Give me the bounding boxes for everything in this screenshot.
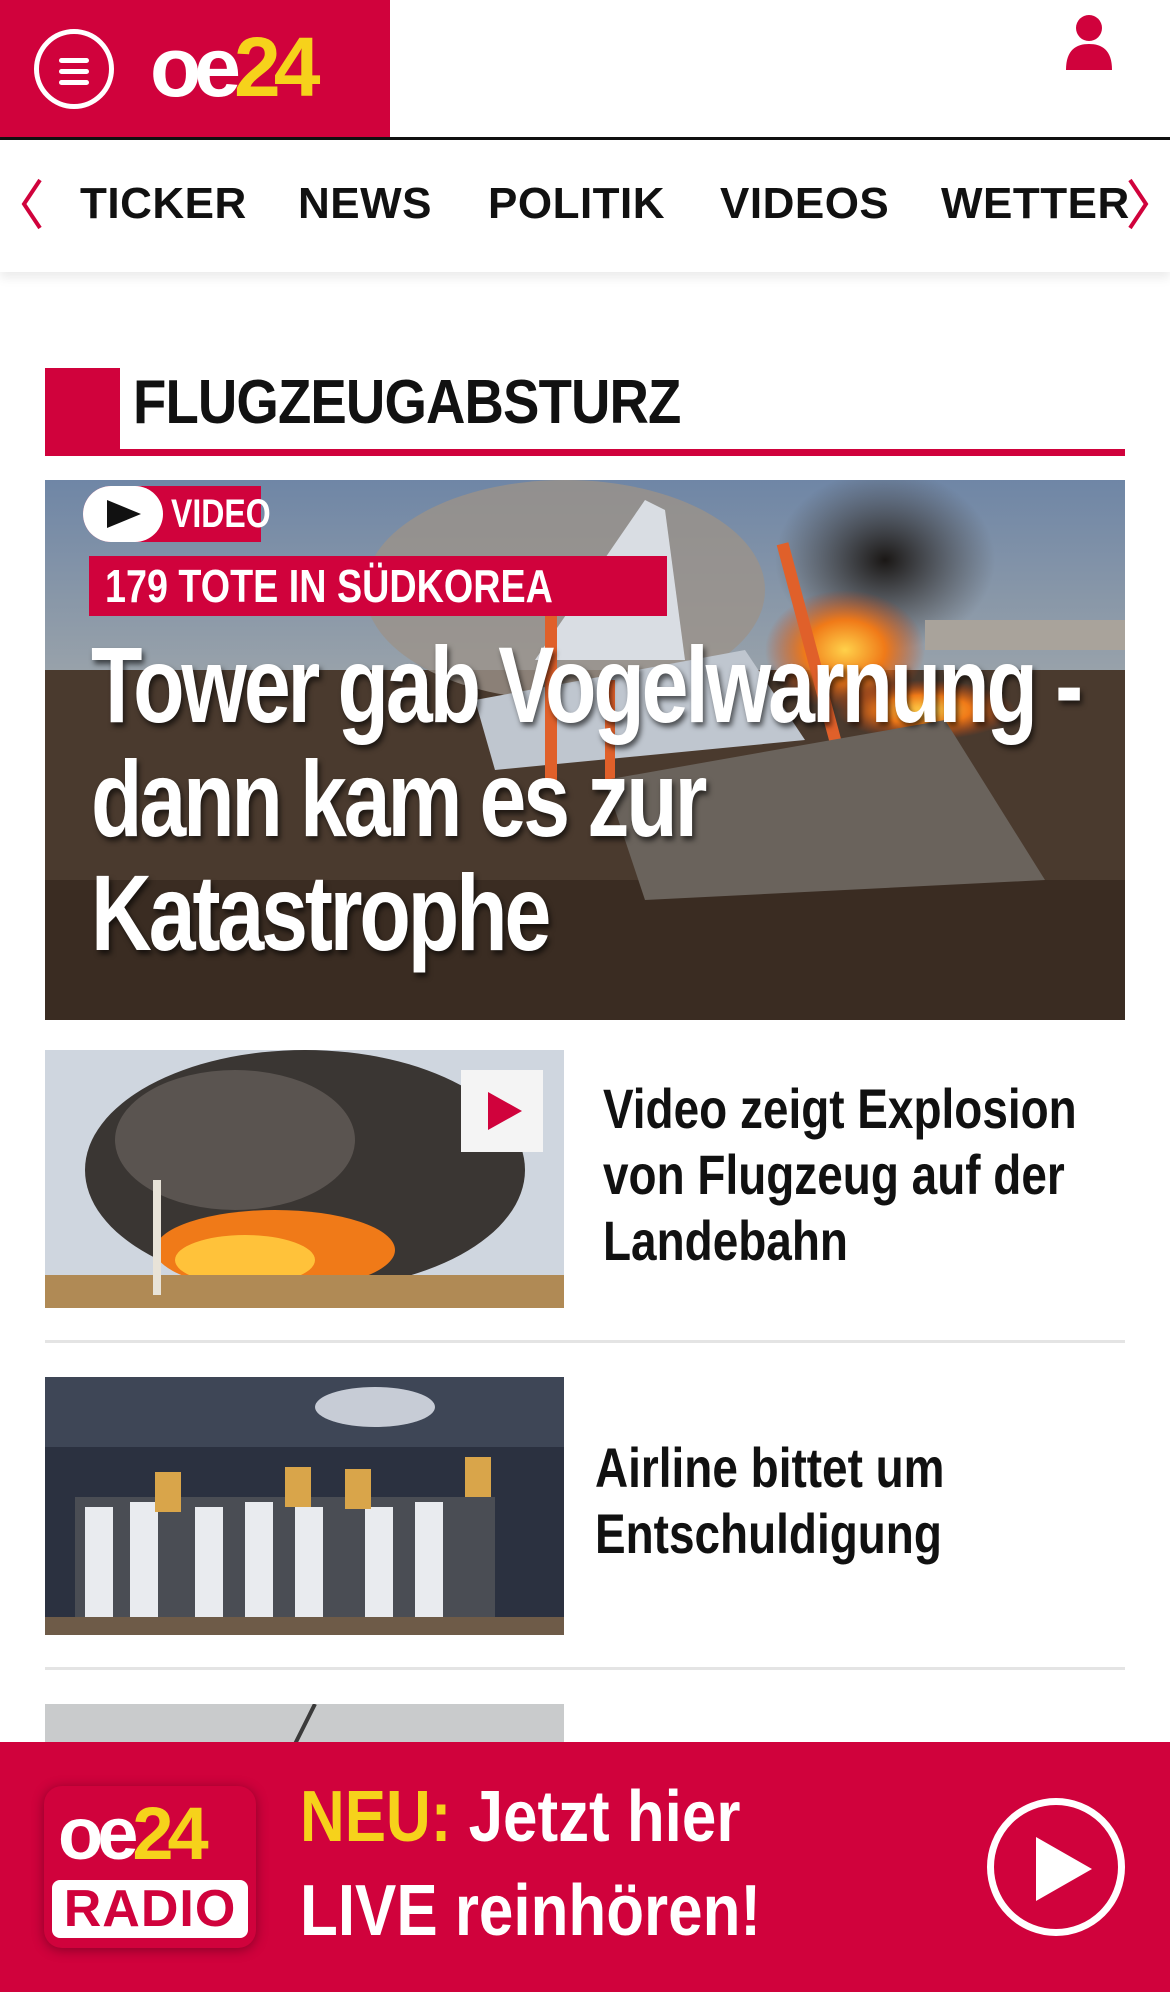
nav-item-ticker[interactable]: TICKER xyxy=(80,178,247,230)
play-icon xyxy=(1036,1837,1092,1901)
section-title[interactable]: FLUGZEUGABSTURZ xyxy=(133,368,681,438)
story-thumbnail[interactable] xyxy=(45,1704,564,1744)
story-headline[interactable]: Airline bittet um Entschuldigung xyxy=(595,1435,1120,1567)
nav-item-videos[interactable]: VIDEOS xyxy=(720,178,889,230)
play-icon xyxy=(107,500,141,528)
radio-banner[interactable]: oe24 RADIO NEU: Jetzt hier LIVE reinhöre… xyxy=(0,1742,1170,1992)
divider xyxy=(45,1667,1125,1670)
video-play-button[interactable] xyxy=(461,1070,543,1152)
section-underline xyxy=(45,449,1125,456)
chevron-right-icon[interactable] xyxy=(1124,174,1154,234)
story-item[interactable] xyxy=(45,1704,1125,1744)
story-image xyxy=(45,1377,564,1635)
category-nav: TICKER NEWS POLITIK VIDEOS WETTER xyxy=(0,140,1170,272)
video-play-pill xyxy=(83,486,163,542)
hero-article[interactable]: VIDEO 179 TOTE IN SÜDKOREA Tower gab Vog… xyxy=(45,480,1125,1020)
section-header: FLUGZEUGABSTURZ xyxy=(45,368,1125,456)
oe24-logo[interactable]: oe24 xyxy=(150,22,321,112)
radio-promo-text: NEU: Jetzt hier LIVE reinhören! xyxy=(300,1777,762,1951)
nav-item-politik[interactable]: POLITIK xyxy=(488,178,665,230)
radio-play-button[interactable] xyxy=(987,1798,1125,1936)
video-badge: VIDEO xyxy=(83,486,271,542)
hamburger-menu-icon[interactable] xyxy=(34,29,114,109)
story-item[interactable]: Airline bittet um Entschuldigung xyxy=(45,1377,1125,1635)
nav-item-wetter[interactable]: WETTER xyxy=(941,178,1130,230)
oe24-radio-logo: oe24 RADIO xyxy=(44,1786,256,1948)
story-thumbnail[interactable] xyxy=(45,1377,564,1635)
brand-block: oe24 xyxy=(0,0,390,138)
section-accent-block xyxy=(45,368,120,456)
hero-kicker: 179 TOTE IN SÜDKOREA xyxy=(89,556,668,616)
nav-item-news[interactable]: NEWS xyxy=(298,178,432,230)
story-thumbnail[interactable] xyxy=(45,1050,564,1308)
video-badge-label: VIDEO xyxy=(171,492,271,536)
play-icon xyxy=(488,1092,522,1130)
top-header: oe24 xyxy=(0,0,1170,140)
story-headline[interactable]: Video zeigt Explosion von Flugzeug auf d… xyxy=(603,1076,1128,1274)
story-image xyxy=(45,1704,564,1744)
divider xyxy=(45,1340,1125,1343)
radio-label: RADIO xyxy=(52,1880,248,1938)
hero-headline[interactable]: Tower gab Vogelwarnung - dann kam es zur… xyxy=(91,628,1105,970)
chevron-left-icon[interactable] xyxy=(16,174,46,234)
story-item[interactable]: Video zeigt Explosion von Flugzeug auf d… xyxy=(45,1050,1125,1308)
user-icon[interactable] xyxy=(1064,12,1114,72)
